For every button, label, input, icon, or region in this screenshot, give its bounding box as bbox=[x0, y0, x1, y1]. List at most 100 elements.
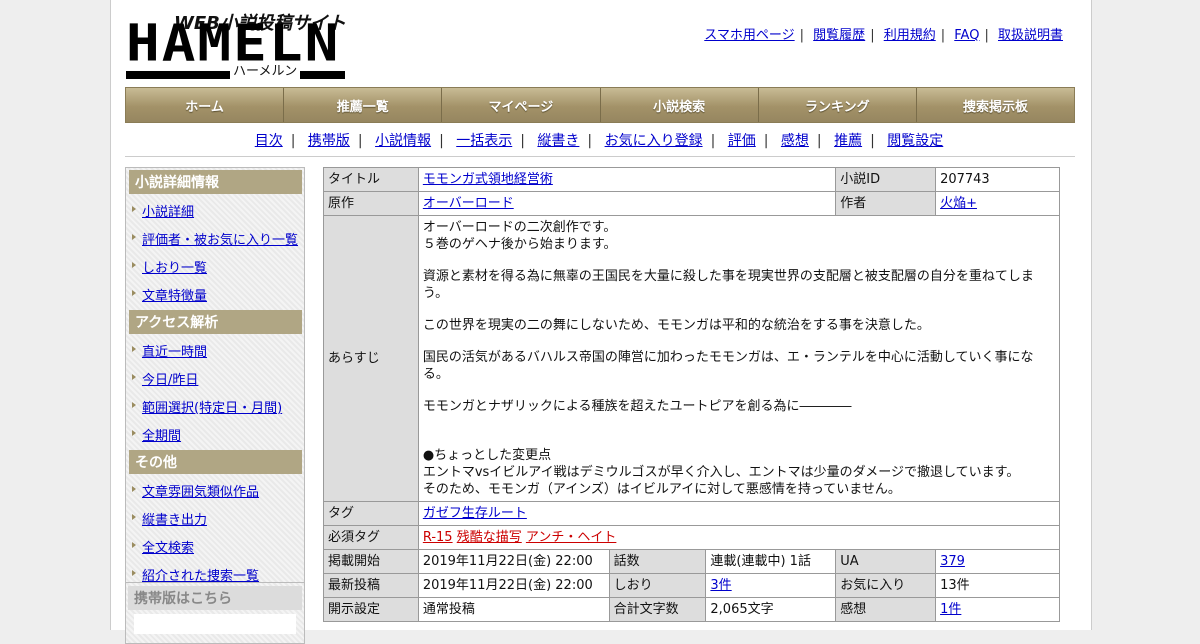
mobile-box-content bbox=[134, 614, 296, 634]
published-label: 掲載開始 bbox=[323, 549, 419, 574]
favorites-value: 13件 bbox=[935, 573, 1060, 598]
table-row: 掲載開始 2019年11月22日(金) 22:00 話数 連載(連載中) 1話 … bbox=[323, 549, 1060, 574]
synopsis-line: そのため、モモンガ（アインズ）はイビルアイに対して悪感情を持っていません。 bbox=[422, 482, 901, 497]
sub-nav: 目次 | 携帯版 | 小説情報 | 一括表示 | 縦書き | お気に入り登録 | 評価 | 感… bbox=[125, 130, 1073, 150]
subnav-rating[interactable]: 評価 bbox=[728, 133, 756, 149]
tag-link[interactable]: ガゼフ生存ルート bbox=[423, 506, 527, 521]
separator: | bbox=[290, 133, 296, 149]
required-tag-violence[interactable]: 残酷な描写 bbox=[457, 530, 522, 545]
sidebar-item-today[interactable]: 今日/昨日 bbox=[142, 373, 198, 388]
separator: | bbox=[799, 28, 805, 43]
sidebar-item-fulltext[interactable]: 全文検索 bbox=[142, 541, 194, 556]
disclosure-label: 開示設定 bbox=[323, 597, 419, 622]
published-value: 2019年11月22日(金) 22:00 bbox=[417, 549, 610, 574]
subnav-recommend[interactable]: 推薦 bbox=[834, 133, 862, 149]
author-label: 作者 bbox=[835, 191, 937, 216]
reviews-link[interactable]: 1件 bbox=[940, 602, 961, 617]
table-row: あらすじ オーバーロードの二次創作です。 ５巻のゲヘナ後から始まります。 資源と素… bbox=[323, 215, 1061, 502]
nav-ranking[interactable]: ランキング bbox=[758, 88, 917, 122]
nav-search-board[interactable]: 捜索掲示板 bbox=[916, 88, 1075, 122]
subnav-reviews[interactable]: 感想 bbox=[781, 133, 809, 149]
author-link[interactable]: 火焔+ bbox=[940, 196, 977, 211]
table-row: 必須タグ R-15 残酷な描写 アンチ・ヘイト bbox=[323, 525, 1061, 550]
separator: | bbox=[870, 28, 875, 43]
sidebar-heading-other: その他 bbox=[129, 450, 302, 474]
separator: | bbox=[984, 28, 989, 43]
separator: | bbox=[940, 28, 946, 43]
nav-home[interactable]: ホーム bbox=[126, 88, 285, 122]
required-tag-label: 必須タグ bbox=[323, 525, 419, 550]
separator: | bbox=[816, 133, 822, 149]
episodes-label: 話数 bbox=[608, 549, 707, 574]
subnav-bulk-view[interactable]: 一括表示 bbox=[456, 133, 512, 149]
subnav-view-settings[interactable]: 閲覧設定 bbox=[887, 133, 943, 149]
disclosure-value: 通常投稿 bbox=[417, 597, 610, 622]
tag-label: タグ bbox=[323, 501, 419, 526]
sidebar-item-similar[interactable]: 文章雰囲気類似作品 bbox=[142, 485, 259, 500]
novel-id-label: 小説ID bbox=[835, 167, 937, 192]
site-logo[interactable]: WEB小説投稿サイト HAMELN ハーメルン bbox=[126, 9, 346, 81]
synopsis-line: 国民の活気があるバハルス帝国の陣営に加わったモモンガは、エ・ランテルを中心に活動… bbox=[422, 350, 1034, 382]
required-tag-r15[interactable]: R-15 bbox=[423, 530, 453, 545]
chars-label: 合計文字数 bbox=[608, 597, 707, 622]
table-row: 開示設定 通常投稿 合計文字数 2,065文字 感想 1件 bbox=[323, 597, 1060, 622]
page-container: WEB小説投稿サイト HAMELN ハーメルン スマホ用ページ | 閲覧履歴 | 利… bbox=[110, 0, 1092, 644]
required-tag-anti-hate[interactable]: アンチ・ヘイト bbox=[526, 530, 616, 545]
synopsis: オーバーロードの二次創作です。 ５巻のゲヘナ後から始まります。 資源と素材を得る為… bbox=[417, 215, 1061, 502]
top-link-faq[interactable]: FAQ bbox=[954, 28, 979, 43]
sidebar-item-detail[interactable]: 小説詳細 bbox=[142, 205, 194, 220]
chars-value: 2,065文字 bbox=[705, 597, 837, 622]
novel-title-link[interactable]: モモンガ式領地経営術 bbox=[423, 172, 553, 187]
sidebar-heading-access: アクセス解析 bbox=[129, 310, 302, 334]
novel-id-value: 207743 bbox=[935, 167, 1060, 192]
separator: | bbox=[763, 133, 769, 149]
sidebar-item-all-time[interactable]: 全期間 bbox=[142, 429, 181, 444]
ua-label: UA bbox=[835, 549, 937, 574]
subnav-toc[interactable]: 目次 bbox=[255, 133, 283, 149]
top-links: スマホ用ページ | 閲覧履歴 | 利用規約 | FAQ | 取扱説明書 bbox=[704, 24, 1063, 43]
nav-recommendations[interactable]: 推薦一覧 bbox=[284, 88, 443, 122]
favorites-label: お気に入り bbox=[835, 573, 937, 598]
sidebar-item-vertical-output[interactable]: 縦書き出力 bbox=[142, 513, 207, 528]
ua-link[interactable]: 379 bbox=[940, 554, 965, 569]
reviews-label: 感想 bbox=[835, 597, 937, 622]
subnav-mobile[interactable]: 携帯版 bbox=[308, 133, 350, 149]
latest-value: 2019年11月22日(金) 22:00 bbox=[417, 573, 610, 598]
separator: | bbox=[870, 133, 875, 149]
separator: | bbox=[587, 133, 593, 149]
synopsis-line: 資源と素材を得る為に無辜の王国民を大量に殺した事を現実世界の支配層と被支配層の自… bbox=[422, 269, 1034, 301]
synopsis-line: モモンガとナザリックによる種族を超えたユートピアを創る為に―――― bbox=[422, 399, 852, 414]
table-row: 最新投稿 2019年11月22日(金) 22:00 しおり 3件 お気に入り 1… bbox=[323, 573, 1060, 598]
novel-info-table: タイトル モモンガ式領地経営術 小説ID 207743 原作 オーバーロード 作… bbox=[323, 167, 1061, 622]
separator: | bbox=[357, 133, 363, 149]
sidebar-heading-detail: 小説詳細情報 bbox=[129, 170, 302, 194]
logo-name: HAMELN bbox=[126, 14, 341, 73]
subnav-vertical[interactable]: 縦書き bbox=[537, 133, 579, 149]
sidebar: 小説詳細情報 小説詳細 評価者・被お気に入り一覧 しおり一覧 文章特徴量 アクセ… bbox=[125, 167, 305, 595]
top-link-manual[interactable]: 取扱説明書 bbox=[998, 28, 1063, 43]
separator: | bbox=[439, 133, 444, 149]
top-link-history[interactable]: 閲覧履歴 bbox=[813, 28, 865, 43]
nav-mypage[interactable]: マイページ bbox=[442, 88, 601, 122]
title-label: タイトル bbox=[323, 167, 419, 192]
original-label: 原作 bbox=[323, 191, 419, 216]
synopsis-line: ●ちょっとした変更点 bbox=[422, 448, 552, 463]
sidebar-item-raters[interactable]: 評価者・被お気に入り一覧 bbox=[142, 233, 298, 248]
subnav-add-favorite[interactable]: お気に入り登録 bbox=[605, 133, 703, 149]
original-link[interactable]: オーバーロード bbox=[423, 196, 514, 211]
top-link-smartphone[interactable]: スマホ用ページ bbox=[704, 28, 794, 43]
bookmarks-link[interactable]: 3件 bbox=[710, 578, 731, 593]
table-row: タイトル モモンガ式領地経営術 小説ID 207743 bbox=[323, 167, 1060, 192]
sidebar-item-bookmarks[interactable]: しおり一覧 bbox=[142, 261, 207, 276]
synopsis-line: この世界を現実の二の舞にしないため、モモンガは平和的な統治をする事を決意した。 bbox=[422, 318, 930, 333]
sidebar-item-text-features[interactable]: 文章特徴量 bbox=[142, 289, 207, 304]
nav-novel-search[interactable]: 小説検索 bbox=[600, 88, 759, 122]
synopsis-line: オーバーロードの二次創作です。 bbox=[422, 220, 617, 235]
main-nav: ホーム 推薦一覧 マイページ 小説検索 ランキング 捜索掲示板 bbox=[125, 87, 1075, 123]
top-link-terms[interactable]: 利用規約 bbox=[884, 28, 936, 43]
synopsis-label: あらすじ bbox=[323, 215, 419, 502]
sidebar-item-range[interactable]: 範囲選択(特定日・月間) bbox=[142, 401, 282, 416]
sidebar-item-last-hour[interactable]: 直近一時間 bbox=[142, 345, 207, 360]
table-row: 原作 オーバーロード 作者 火焔+ bbox=[323, 191, 1060, 216]
subnav-novel-info[interactable]: 小説情報 bbox=[375, 133, 431, 149]
